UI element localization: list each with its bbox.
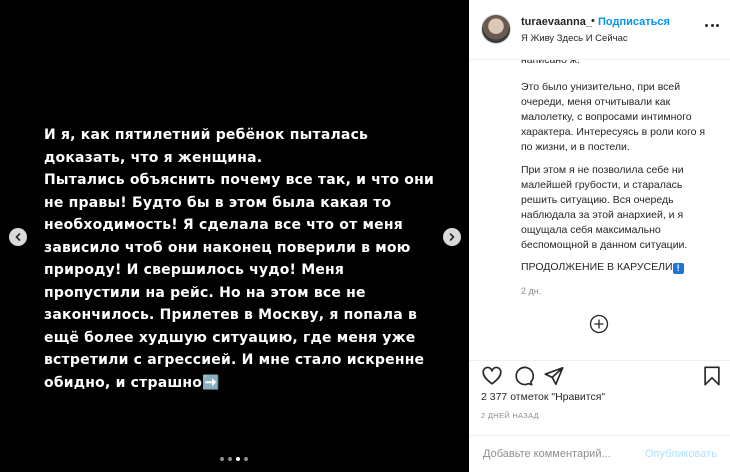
caption-paragraph-2: При этом я не позволила себе ни малейшей… bbox=[521, 164, 688, 251]
location-link[interactable]: Я Живу Здесь И Сейчас bbox=[521, 33, 628, 44]
post-date[interactable]: 2 ДНЕЙ НАЗАД bbox=[481, 411, 539, 420]
bookmark-icon[interactable] bbox=[701, 365, 723, 387]
post-header: turaevaanna_ • Подписаться Я Живу Здесь … bbox=[469, 0, 730, 60]
likes-count[interactable]: 2 377 отметок "Нравится" bbox=[481, 391, 605, 403]
caption-continue-text: ПРОДОЛЖЕНИЕ В КАРУСЕЛИ bbox=[521, 261, 673, 273]
separator-dot: • bbox=[591, 15, 595, 27]
carousel-dot-active bbox=[236, 457, 240, 461]
follow-button[interactable]: Подписаться bbox=[598, 16, 670, 28]
next-slide-button[interactable] bbox=[443, 228, 461, 246]
comment-form: Опубликовать bbox=[469, 435, 730, 472]
slide-text-body: И я, как пятилетний ребёнок пыталась док… bbox=[44, 127, 434, 391]
carousel-dot bbox=[244, 457, 248, 461]
carousel-dots bbox=[220, 457, 248, 461]
publish-button[interactable]: Опубликовать bbox=[645, 448, 717, 460]
slide-text: И я, как пятилетний ребёнок пыталась док… bbox=[44, 124, 444, 394]
prev-slide-button[interactable] bbox=[9, 228, 27, 246]
comment-icon[interactable] bbox=[512, 365, 534, 387]
avatar[interactable] bbox=[481, 14, 511, 44]
arrow-emoji: ➡️ bbox=[202, 374, 220, 391]
chevron-right-icon bbox=[449, 233, 455, 241]
share-icon[interactable] bbox=[543, 365, 565, 387]
post-media: И я, как пятилетний ребёнок пыталась док… bbox=[0, 0, 469, 472]
comment-time[interactable]: 2 дн. bbox=[521, 286, 541, 296]
comment-input[interactable] bbox=[483, 444, 633, 464]
carousel-dot bbox=[220, 457, 224, 461]
caption-paragraph-3: ПРОДОЛЖЕНИЕ В КАРУСЕЛИ! bbox=[521, 260, 706, 275]
exclamation-emoji: ! bbox=[672, 263, 684, 274]
caption-paragraph-1: Это было унизительно, при всей очереди, … bbox=[521, 81, 706, 153]
post-actions: 2 377 отметок "Нравится" 2 ДНЕЙ НАЗАД Оп… bbox=[469, 360, 730, 472]
chevron-left-icon bbox=[15, 233, 21, 241]
plus-circle-icon[interactable] bbox=[589, 314, 609, 334]
caption-scroll-area[interactable]: написано ж. Это было унизительно, при вс… bbox=[469, 60, 730, 360]
post-side-panel: turaevaanna_ • Подписаться Я Живу Здесь … bbox=[469, 0, 730, 472]
more-options-button[interactable] bbox=[705, 24, 719, 30]
heart-icon[interactable] bbox=[481, 365, 503, 387]
caption-cut-line: написано ж. bbox=[521, 60, 580, 66]
more-dots-icon bbox=[705, 24, 708, 27]
carousel-dot bbox=[228, 457, 232, 461]
username-link[interactable]: turaevaanna_ bbox=[521, 16, 592, 28]
